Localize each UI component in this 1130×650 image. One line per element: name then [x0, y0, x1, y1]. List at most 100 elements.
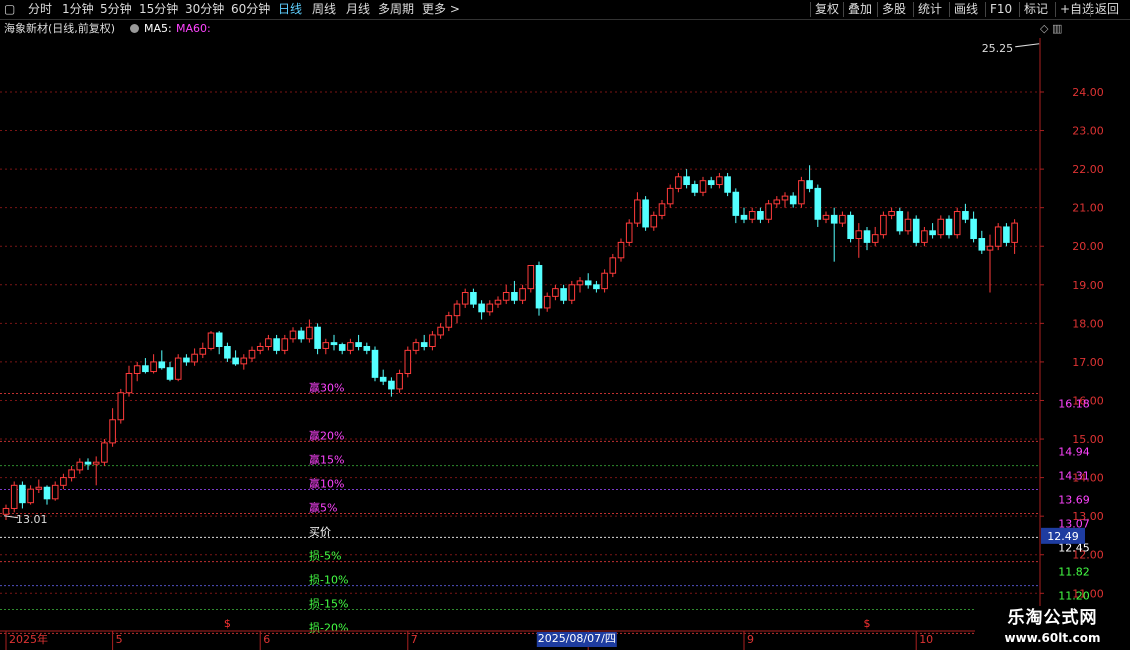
- candle-body: [880, 214, 887, 236]
- candle-body: [962, 211, 969, 220]
- candle-body: [60, 477, 67, 486]
- candle-body: [584, 280, 592, 286]
- candle-body: [773, 199, 781, 205]
- candle-body: [76, 461, 84, 471]
- candle-body: [552, 288, 559, 297]
- candle-body: [699, 180, 707, 193]
- candle-body: [994, 226, 1002, 247]
- candle-body: [830, 214, 838, 224]
- dividend-marker: $: [224, 617, 231, 630]
- candle-body: [273, 338, 280, 351]
- candle-body: [527, 265, 535, 290]
- candle-body: [650, 214, 658, 228]
- candle-body: [543, 295, 551, 309]
- candle-body: [748, 211, 756, 220]
- candle-body: [765, 203, 772, 220]
- level-value: 13.69: [1058, 494, 1090, 507]
- date-cursor-label: 2025/08/07/四: [538, 632, 616, 645]
- level-value: 11.82: [1058, 566, 1090, 579]
- candle-body: [568, 284, 576, 301]
- candle-body: [871, 234, 879, 243]
- candle-body: [174, 357, 182, 380]
- candle-body: [978, 238, 986, 251]
- x-tick-label: 9: [747, 633, 754, 646]
- y-tick-label: 21.00: [1072, 202, 1104, 215]
- y-tick-label: 23.00: [1072, 125, 1104, 138]
- candle-body: [560, 288, 567, 301]
- level-label: 赢20%: [309, 428, 344, 442]
- candle-body: [666, 187, 674, 205]
- candle-body: [634, 199, 641, 224]
- candle-body: [150, 361, 157, 373]
- candle-body: [740, 214, 748, 220]
- candle-body: [453, 303, 461, 317]
- level-label: 损-10%: [309, 573, 348, 587]
- candle-body: [855, 230, 863, 240]
- candle-body: [256, 345, 264, 351]
- site-watermark: 乐淘公式网 www.60lt.com: [975, 606, 1130, 650]
- candle-body: [921, 230, 928, 243]
- candle-body: [183, 357, 190, 363]
- candle-body: [609, 257, 617, 274]
- x-tick-label: 6: [263, 633, 270, 646]
- candle-body: [732, 191, 740, 216]
- candle-body: [371, 349, 379, 378]
- high-marker-line: [1015, 43, 1040, 48]
- y-tick-label: 24.00: [1072, 86, 1104, 99]
- candle-body: [806, 180, 813, 189]
- level-label: 赢15%: [309, 453, 344, 467]
- watermark-url: www.60lt.com: [1004, 631, 1101, 645]
- candle-body: [601, 272, 608, 290]
- candle-body: [420, 342, 428, 347]
- candle-body: [322, 342, 330, 349]
- candle-body: [502, 292, 510, 301]
- candle-body: [970, 218, 977, 240]
- candle-body: [593, 284, 600, 290]
- candle-body: [379, 376, 387, 382]
- level-value: 14.94: [1058, 445, 1090, 458]
- level-label: 赢5%: [309, 500, 337, 514]
- level-label: 赢30%: [309, 381, 344, 395]
- candle-body: [937, 218, 945, 236]
- level-label: 买价: [309, 525, 331, 538]
- candle-body: [10, 484, 18, 509]
- candle-body: [133, 365, 141, 374]
- candle-body: [306, 326, 313, 340]
- candle-body: [19, 484, 26, 504]
- candle-body: [904, 218, 912, 232]
- candle-body: [2, 507, 10, 515]
- candle-body: [215, 332, 223, 347]
- candle-body: [683, 176, 690, 186]
- candle-body: [839, 214, 846, 224]
- candle-body: [814, 187, 822, 220]
- candle-body: [519, 288, 526, 301]
- candle-body: [289, 330, 297, 340]
- candle-body: [789, 195, 797, 205]
- candle-body: [822, 214, 830, 220]
- candle-body: [338, 344, 346, 351]
- dividend-marker: $: [864, 617, 871, 630]
- candle-body: [142, 365, 149, 373]
- candle-body: [412, 342, 420, 351]
- candle-body: [691, 184, 699, 193]
- candle-body: [617, 241, 625, 259]
- candle-body: [281, 338, 289, 351]
- candle-body: [224, 345, 231, 359]
- candlestick-chart[interactable]: 24.00 23.00 22.00 21.00 20.00 19.00 18.00 17.00…: [0, 0, 1130, 650]
- level-label: 赢10%: [309, 477, 344, 491]
- candle-body: [27, 488, 34, 504]
- candle-body: [658, 203, 666, 216]
- candle-body: [347, 342, 354, 351]
- candle-body: [92, 461, 100, 465]
- level-label: 损-5%: [309, 549, 341, 563]
- candle-body: [478, 303, 485, 313]
- candle-body: [158, 361, 166, 369]
- candle-body: [953, 211, 961, 236]
- x-tick-label: 2025年: [9, 632, 48, 646]
- current-price-label: 12.49: [1047, 530, 1079, 543]
- candle-body: [109, 419, 116, 444]
- candle-body: [396, 372, 403, 390]
- candle-body: [896, 211, 904, 232]
- candle-body: [35, 486, 43, 490]
- candle-body: [125, 372, 133, 394]
